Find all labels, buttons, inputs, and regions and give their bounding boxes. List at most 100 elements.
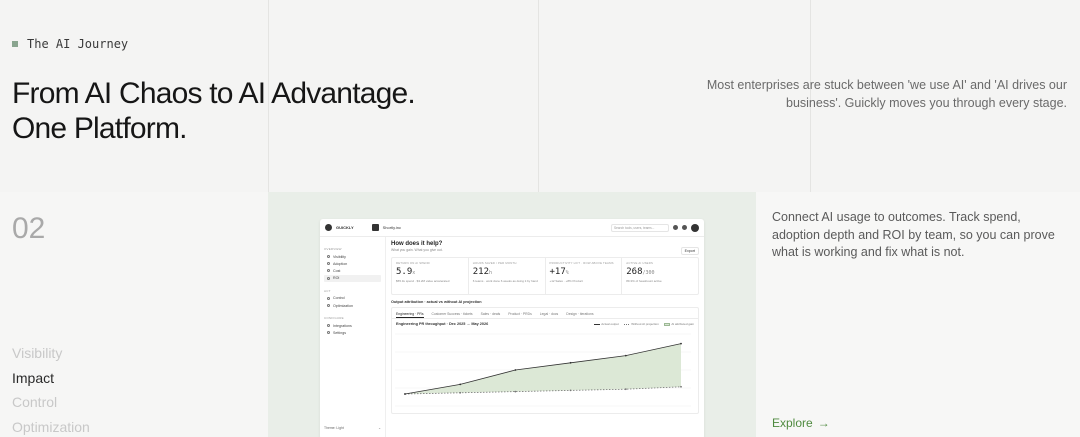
chart-tabs: Engineering · PRs Customer Success · tic… — [392, 308, 698, 319]
app-main: How does it help? What you gain. What yo… — [391, 241, 699, 437]
stage-item-optimization[interactable]: Optimization — [12, 415, 90, 437]
stage-item-impact[interactable]: Impact — [12, 366, 90, 391]
app-topbar: GUICKLY Shortly.inc Search tools, users,… — [320, 219, 704, 237]
intro-text: Most enterprises are stuck between 'we u… — [706, 78, 1067, 110]
legend-item: Actual output — [593, 322, 619, 326]
actual-line-point[interactable] — [680, 342, 682, 345]
help-icon[interactable] — [682, 225, 687, 230]
sidebar-section-label: OVERVIEW — [324, 247, 342, 251]
eyebrow-label: The AI Journey — [27, 37, 129, 51]
kpi-note: 89.3% of headcount active — [626, 279, 662, 283]
grid-line — [538, 0, 539, 192]
topbar-icons — [673, 223, 699, 232]
kpi-card: PRODUCTIVITY LIFT · ROW ABOVE TEAMS +17%… — [546, 258, 623, 294]
kpi-card: HOURS SAVED / PER MONTH 212h 6 teams · w… — [469, 258, 546, 294]
coin-icon — [327, 269, 330, 273]
section-title: Output attribution · actual vs without A… — [391, 300, 482, 304]
stage-description: Connect AI usage to outcomes. Track spen… — [772, 210, 1055, 259]
sidebar-item-settings[interactable]: Settings — [324, 329, 381, 336]
app-sidebar: OVERVIEW Visibility Adoption Cost ROI AC… — [320, 237, 386, 437]
sidebar-item-integrations[interactable]: Integrations — [324, 322, 381, 329]
headline-line-1: From AI Chaos to AI Advantage. — [12, 77, 416, 110]
search-input[interactable]: Search tools, users, teams... — [611, 223, 669, 232]
tab-design[interactable]: Design · iterations — [566, 312, 593, 318]
sidebar-item-optimization[interactable]: Optimization — [324, 302, 381, 309]
actual-line-point[interactable] — [624, 354, 627, 357]
stage-list: Visibility Impact Control Optimization — [12, 341, 90, 437]
kpi-card: RETURN ON AI SPEND 5.9x $55.1k spend · $… — [392, 258, 469, 294]
square-bullet-icon — [12, 41, 18, 47]
kpi-card: ACTIVE AI USERS 268/300 89.3% of headcou… — [622, 258, 698, 294]
detail-column: Connect AI usage to outcomes. Track spen… — [756, 192, 1080, 437]
tab-sales[interactable]: Sales · deals — [481, 312, 501, 318]
bell-icon[interactable] — [673, 225, 678, 230]
page-title: How does it help? — [391, 241, 443, 247]
kpi-row: RETURN ON AI SPEND 5.9x $55.1k spend · $… — [391, 257, 699, 295]
projection-line-point[interactable] — [680, 385, 682, 388]
projection-line-point[interactable] — [569, 389, 572, 392]
kpi-note: +12 Sales · +8% Product — [549, 279, 583, 283]
chevron-icon: ⌄ — [378, 426, 381, 430]
kpi-value: 212h — [472, 267, 493, 277]
avatar[interactable] — [691, 223, 699, 232]
arrow-right-icon: → — [817, 416, 830, 430]
org-name[interactable]: Shortly.inc — [383, 225, 401, 230]
kpi-label: RETURN ON AI SPEND — [396, 261, 430, 265]
kpi-value: 5.9x — [396, 267, 416, 277]
tab-product[interactable]: Product · PRDs — [508, 312, 532, 318]
sidebar-item-adoption[interactable]: Adoption — [324, 260, 381, 267]
kpi-note: 6 teams · work done 6 weeks as doing it … — [472, 279, 538, 283]
sidebar-item-roi[interactable]: ROI — [324, 274, 381, 282]
export-button[interactable]: Export — [680, 247, 699, 255]
throughput-chart — [395, 333, 691, 407]
chart-icon — [327, 276, 330, 280]
sidebar-section-label: CONFIGURE — [324, 316, 344, 321]
stage-item-visibility[interactable]: Visibility — [12, 341, 90, 366]
product-screenshot-panel: GUICKLY Shortly.inc Search tools, users,… — [268, 192, 756, 437]
actual-line-point[interactable] — [514, 369, 517, 371]
shield-icon — [327, 296, 330, 300]
spark-icon — [327, 304, 330, 308]
theme-toggle[interactable]: Theme: Light ⌄ — [324, 426, 381, 430]
kpi-note: $55.1k spend · $3.2M value accelerated — [396, 279, 450, 283]
tab-legal[interactable]: Legal · docs — [540, 312, 558, 318]
projection-line-point[interactable] — [459, 391, 462, 394]
brand-logo-icon — [325, 224, 332, 231]
actual-line-point[interactable] — [569, 361, 572, 364]
kpi-label: ACTIVE AI USERS — [626, 261, 654, 265]
sidebar-section-label: ACT — [324, 288, 331, 293]
sidebar-item-visibility[interactable]: Visibility — [324, 253, 381, 260]
page-subtitle: What you gain. What you give out. — [391, 248, 443, 252]
app-mockup: GUICKLY Shortly.inc Search tools, users,… — [320, 219, 704, 437]
kpi-label: PRODUCTIVITY LIFT · ROW ABOVE TEAMS — [549, 261, 614, 265]
chart-card: Engineering · PRs Customer Success · tic… — [391, 307, 699, 414]
tab-customer-success[interactable]: Customer Success · tickets — [432, 312, 473, 318]
chart-legend: Actual output Without AI projection AI a… — [593, 322, 694, 326]
legend-item: AI attributed gain — [663, 322, 694, 326]
actual-line-point[interactable] — [459, 383, 462, 386]
legend-item: Without AI projection — [623, 322, 659, 326]
projection-line-point[interactable] — [514, 390, 517, 393]
eyebrow: The AI Journey — [12, 37, 128, 51]
projection-line-point[interactable] — [624, 388, 627, 391]
actual-line-point[interactable] — [404, 393, 406, 395]
headline: From AI Chaos to AI Advantage. One Platf… — [12, 76, 416, 146]
kpi-label: HOURS SAVED / PER MONTH — [472, 261, 517, 265]
sidebar-item-cost[interactable]: Cost — [324, 267, 381, 274]
stage-item-control[interactable]: Control — [12, 390, 90, 415]
chart-title: Engineering PR throughput · Dec 2025 → M… — [396, 322, 489, 326]
kpi-value: +17% — [549, 267, 569, 277]
stage-nav-column: 02 Visibility Impact Control Optimizatio… — [0, 192, 268, 437]
headline-line-2: One Platform. — [12, 112, 187, 145]
eye-icon — [327, 255, 330, 259]
tab-engineering[interactable]: Engineering · PRs — [396, 312, 424, 318]
kpi-value: 268/300 — [626, 267, 655, 277]
chart-header: Engineering PR throughput · Dec 2025 → M… — [392, 319, 698, 329]
explore-link[interactable]: Explore → — [772, 416, 830, 430]
stage-number: 02 — [12, 212, 46, 245]
sidebar-item-control[interactable]: Control — [324, 295, 381, 302]
org-icon — [371, 224, 379, 231]
stage-panel: 02 Visibility Impact Control Optimizatio… — [0, 192, 1080, 437]
gear-icon — [327, 331, 330, 335]
explore-label: Explore — [772, 416, 813, 430]
